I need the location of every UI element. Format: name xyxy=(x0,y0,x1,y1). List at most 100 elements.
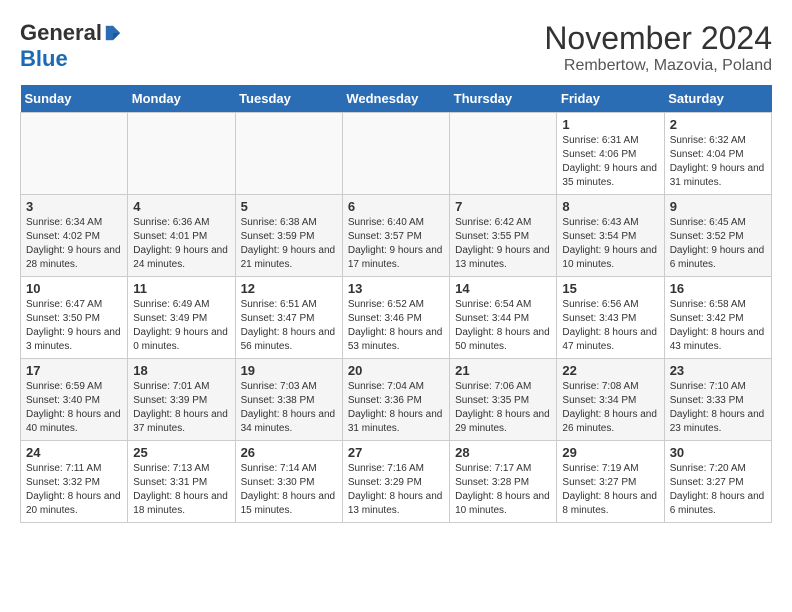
calendar-cell: 13 Sunrise: 6:52 AM Sunset: 3:46 PM Dayli… xyxy=(342,277,449,359)
calendar-cell: 25Sunrise: 7:13 AM Sunset: 3:31 PM Dayli… xyxy=(128,441,235,523)
day-number: 3 xyxy=(26,199,122,214)
calendar-cell: 15 Sunrise: 6:56 AM Sunset: 3:43 PM Dayli… xyxy=(557,277,664,359)
header-cell-friday: Friday xyxy=(557,85,664,113)
day-number: 5 xyxy=(241,199,337,214)
header-cell-tuesday: Tuesday xyxy=(235,85,342,113)
day-number: 1 xyxy=(562,117,658,132)
day-number: 18 xyxy=(133,363,229,378)
day-number: 8 xyxy=(562,199,658,214)
day-number: 23 xyxy=(670,363,766,378)
calendar-cell: 5 Sunrise: 6:38 AM Sunset: 3:59 PM Daylig… xyxy=(235,195,342,277)
day-info: Sunrise: 6:59 AM Sunset: 3:40 PM Dayligh… xyxy=(26,380,122,436)
calendar-cell: 18Sunrise: 7:01 AM Sunset: 3:39 PM Dayli… xyxy=(128,359,235,441)
day-number: 9 xyxy=(670,199,766,214)
calendar-cell: 19Sunrise: 7:03 AM Sunset: 3:38 PM Dayli… xyxy=(235,359,342,441)
day-number: 29 xyxy=(562,445,658,460)
calendar-body: 1Sunrise: 6:31 AM Sunset: 4:06 PM Daylig… xyxy=(21,113,772,523)
day-info: Sunrise: 6:38 AM Sunset: 3:59 PM Dayligh… xyxy=(241,216,337,272)
calendar-cell: 7Sunrise: 6:42 AM Sunset: 3:55 PM Daylig… xyxy=(450,195,557,277)
day-number: 12 xyxy=(241,281,337,296)
calendar-cell: 20 Sunrise: 7:04 AM Sunset: 3:36 PM Dayli… xyxy=(342,359,449,441)
calendar-cell: 24Sunrise: 7:11 AM Sunset: 3:32 PM Dayli… xyxy=(21,441,128,523)
calendar-row-1: 3 Sunrise: 6:34 AM Sunset: 4:02 PM Daylig… xyxy=(21,195,772,277)
day-info: Sunrise: 6:54 AM Sunset: 3:44 PM Dayligh… xyxy=(455,298,551,354)
calendar-cell: 1Sunrise: 6:31 AM Sunset: 4:06 PM Daylig… xyxy=(557,113,664,195)
day-info: Sunrise: 6:32 AM Sunset: 4:04 PM Dayligh… xyxy=(670,134,766,190)
logo-general-text: General xyxy=(20,20,102,46)
day-number: 11 xyxy=(133,281,229,296)
day-number: 21 xyxy=(455,363,551,378)
day-info: Sunrise: 7:19 AM Sunset: 3:27 PM Dayligh… xyxy=(562,462,658,518)
day-info: Sunrise: 6:34 AM Sunset: 4:02 PM Dayligh… xyxy=(26,216,122,272)
calendar-cell xyxy=(21,113,128,195)
day-info: Sunrise: 7:13 AM Sunset: 3:31 PM Dayligh… xyxy=(133,462,229,518)
calendar-cell xyxy=(235,113,342,195)
day-info: Sunrise: 7:20 AM Sunset: 3:27 PM Dayligh… xyxy=(670,462,766,518)
day-info: Sunrise: 6:56 AM Sunset: 3:43 PM Dayligh… xyxy=(562,298,658,354)
day-info: Sunrise: 7:06 AM Sunset: 3:35 PM Dayligh… xyxy=(455,380,551,436)
header-cell-sunday: Sunday xyxy=(21,85,128,113)
day-number: 22 xyxy=(562,363,658,378)
calendar-cell: 16Sunrise: 6:58 AM Sunset: 3:42 PM Dayli… xyxy=(664,277,771,359)
calendar-cell: 22 Sunrise: 7:08 AM Sunset: 3:34 PM Dayli… xyxy=(557,359,664,441)
calendar-header: SundayMondayTuesdayWednesdayThursdayFrid… xyxy=(21,85,772,113)
day-number: 30 xyxy=(670,445,766,460)
calendar-cell: 21 Sunrise: 7:06 AM Sunset: 3:35 PM Dayli… xyxy=(450,359,557,441)
day-info: Sunrise: 6:42 AM Sunset: 3:55 PM Dayligh… xyxy=(455,216,551,272)
calendar-cell xyxy=(128,113,235,195)
day-number: 4 xyxy=(133,199,229,214)
logo: General Blue xyxy=(20,20,122,72)
calendar-cell: 29 Sunrise: 7:19 AM Sunset: 3:27 PM Dayli… xyxy=(557,441,664,523)
day-number: 17 xyxy=(26,363,122,378)
day-info: Sunrise: 6:52 AM Sunset: 3:46 PM Dayligh… xyxy=(348,298,444,354)
calendar-table: SundayMondayTuesdayWednesdayThursdayFrid… xyxy=(20,85,772,523)
logo-flag-icon xyxy=(104,24,122,42)
day-number: 15 xyxy=(562,281,658,296)
calendar-cell: 4 Sunrise: 6:36 AM Sunset: 4:01 PM Daylig… xyxy=(128,195,235,277)
calendar-cell: 17 Sunrise: 6:59 AM Sunset: 3:40 PM Dayli… xyxy=(21,359,128,441)
month-title: November 2024 xyxy=(544,20,772,57)
day-number: 26 xyxy=(241,445,337,460)
calendar-cell: 9 Sunrise: 6:45 AM Sunset: 3:52 PM Daylig… xyxy=(664,195,771,277)
day-info: Sunrise: 7:10 AM Sunset: 3:33 PM Dayligh… xyxy=(670,380,766,436)
day-info: Sunrise: 7:03 AM Sunset: 3:38 PM Dayligh… xyxy=(241,380,337,436)
day-info: Sunrise: 6:51 AM Sunset: 3:47 PM Dayligh… xyxy=(241,298,337,354)
header-row: SundayMondayTuesdayWednesdayThursdayFrid… xyxy=(21,85,772,113)
calendar-cell: 11 Sunrise: 6:49 AM Sunset: 3:49 PM Dayli… xyxy=(128,277,235,359)
day-info: Sunrise: 6:45 AM Sunset: 3:52 PM Dayligh… xyxy=(670,216,766,272)
calendar-cell: 3 Sunrise: 6:34 AM Sunset: 4:02 PM Daylig… xyxy=(21,195,128,277)
day-info: Sunrise: 6:40 AM Sunset: 3:57 PM Dayligh… xyxy=(348,216,444,272)
day-number: 6 xyxy=(348,199,444,214)
calendar-cell: 12 Sunrise: 6:51 AM Sunset: 3:47 PM Dayli… xyxy=(235,277,342,359)
calendar-cell: 27Sunrise: 7:16 AM Sunset: 3:29 PM Dayli… xyxy=(342,441,449,523)
calendar-cell xyxy=(450,113,557,195)
day-number: 2 xyxy=(670,117,766,132)
calendar-row-0: 1Sunrise: 6:31 AM Sunset: 4:06 PM Daylig… xyxy=(21,113,772,195)
header-cell-wednesday: Wednesday xyxy=(342,85,449,113)
calendar-cell: 30 Sunrise: 7:20 AM Sunset: 3:27 PM Dayli… xyxy=(664,441,771,523)
calendar-row-3: 17 Sunrise: 6:59 AM Sunset: 3:40 PM Dayli… xyxy=(21,359,772,441)
calendar-cell: 6 Sunrise: 6:40 AM Sunset: 3:57 PM Daylig… xyxy=(342,195,449,277)
day-info: Sunrise: 6:36 AM Sunset: 4:01 PM Dayligh… xyxy=(133,216,229,272)
day-info: Sunrise: 7:04 AM Sunset: 3:36 PM Dayligh… xyxy=(348,380,444,436)
day-number: 13 xyxy=(348,281,444,296)
calendar-cell xyxy=(342,113,449,195)
calendar-row-4: 24Sunrise: 7:11 AM Sunset: 3:32 PM Dayli… xyxy=(21,441,772,523)
header-cell-thursday: Thursday xyxy=(450,85,557,113)
calendar-cell: 2 Sunrise: 6:32 AM Sunset: 4:04 PM Daylig… xyxy=(664,113,771,195)
calendar-cell: 14 Sunrise: 6:54 AM Sunset: 3:44 PM Dayli… xyxy=(450,277,557,359)
day-info: Sunrise: 7:16 AM Sunset: 3:29 PM Dayligh… xyxy=(348,462,444,518)
day-number: 14 xyxy=(455,281,551,296)
calendar-cell: 26Sunrise: 7:14 AM Sunset: 3:30 PM Dayli… xyxy=(235,441,342,523)
header-cell-saturday: Saturday xyxy=(664,85,771,113)
day-info: Sunrise: 6:49 AM Sunset: 3:49 PM Dayligh… xyxy=(133,298,229,354)
calendar-cell: 23 Sunrise: 7:10 AM Sunset: 3:33 PM Dayli… xyxy=(664,359,771,441)
day-number: 16 xyxy=(670,281,766,296)
day-info: Sunrise: 7:17 AM Sunset: 3:28 PM Dayligh… xyxy=(455,462,551,518)
page-header: General Blue November 2024 Rembertow, Ma… xyxy=(20,20,772,75)
day-info: Sunrise: 6:43 AM Sunset: 3:54 PM Dayligh… xyxy=(562,216,658,272)
logo-blue-text: Blue xyxy=(20,46,68,72)
calendar-cell: 8 Sunrise: 6:43 AM Sunset: 3:54 PM Daylig… xyxy=(557,195,664,277)
day-number: 20 xyxy=(348,363,444,378)
day-info: Sunrise: 7:08 AM Sunset: 3:34 PM Dayligh… xyxy=(562,380,658,436)
